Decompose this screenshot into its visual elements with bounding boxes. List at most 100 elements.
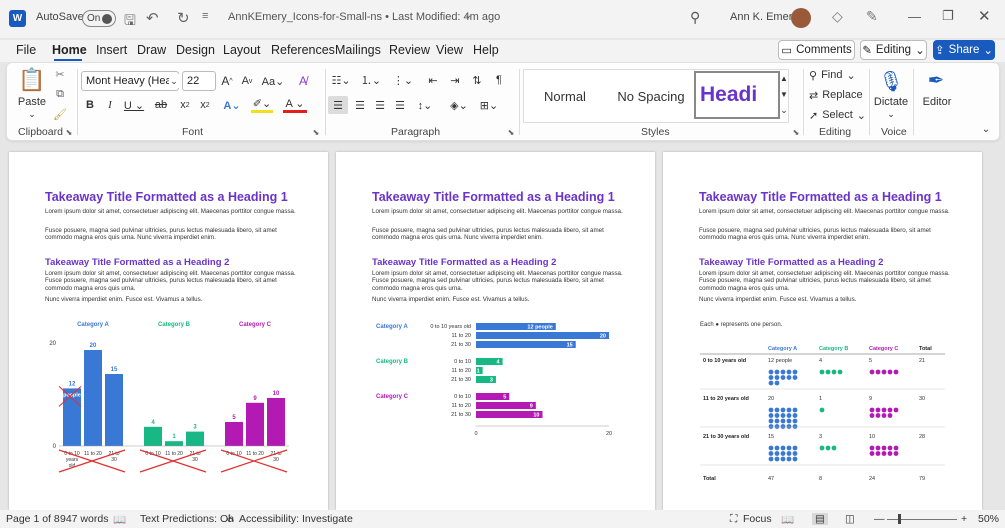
editor-button[interactable]: Editor bbox=[919, 95, 955, 109]
styles-scroll-up-icon[interactable]: ▲ bbox=[779, 71, 789, 85]
comments-button[interactable]: ▭ Comments bbox=[778, 40, 855, 60]
heading-1[interactable]: Takeaway Title Formatted as a Heading 1 bbox=[699, 190, 942, 204]
print-layout-icon[interactable]: ▤ bbox=[812, 513, 828, 525]
shading-icon[interactable]: ◈⌄ bbox=[447, 96, 471, 114]
dictate-button[interactable]: Dictate bbox=[873, 95, 909, 109]
heading-2[interactable]: Takeaway Title Formatted as a Heading 2 bbox=[372, 257, 556, 268]
page-count[interactable]: Page 1 of 8 bbox=[6, 513, 60, 525]
numbering-icon[interactable]: ⒈⌄ bbox=[359, 72, 383, 88]
multilevel-list-icon[interactable]: ⋮⌄ bbox=[391, 72, 415, 88]
copy-icon[interactable]: ⧉ bbox=[53, 87, 67, 101]
autosave-toggle[interactable]: On bbox=[82, 10, 116, 27]
pen-icon[interactable]: ✎ bbox=[866, 8, 878, 25]
minimize-icon[interactable]: — bbox=[908, 9, 921, 24]
show-formatting-icon[interactable]: ¶ bbox=[491, 72, 507, 88]
user-name[interactable]: Ann K. Emery bbox=[730, 11, 798, 23]
close-icon[interactable]: ✕ bbox=[978, 7, 991, 25]
bold-icon[interactable]: B bbox=[83, 97, 97, 113]
microphone-icon[interactable]: 🎙 bbox=[878, 67, 903, 95]
justify-icon[interactable]: ☰ bbox=[391, 96, 409, 114]
shrink-font-icon[interactable]: Av bbox=[239, 72, 255, 90]
align-center-icon[interactable]: ☰ bbox=[351, 96, 369, 114]
font-size-select[interactable]: 22 bbox=[182, 71, 216, 91]
italic-icon[interactable]: I bbox=[103, 97, 117, 113]
accessibility-status[interactable]: Accessibility: Investigate bbox=[239, 513, 353, 525]
tab-draw[interactable]: Draw bbox=[137, 43, 166, 57]
align-left-icon[interactable]: ☰ bbox=[328, 96, 348, 114]
collapse-ribbon-icon[interactable]: ⌄ bbox=[979, 123, 993, 135]
proofing-icon[interactable]: 📖 bbox=[113, 513, 126, 526]
chevron-down-icon[interactable]: ⌄ bbox=[464, 10, 472, 21]
line-spacing-icon[interactable]: ↕⌄ bbox=[413, 96, 437, 114]
dialog-launcher-icon[interactable]: ⬊ bbox=[311, 127, 321, 137]
font-color-icon[interactable]: A ⌄ bbox=[283, 97, 307, 113]
chevron-down-icon[interactable]: ⌄ bbox=[25, 109, 39, 119]
paragraph[interactable]: Lorem ipsum dolor sit amet, consectetuer… bbox=[699, 270, 955, 292]
read-mode-icon[interactable]: 📖 bbox=[781, 513, 794, 526]
paragraph[interactable]: Lorem ipsum dolor sit amet, consectetuer… bbox=[372, 208, 628, 215]
paragraph[interactable]: Fusce posuere, magna sed pulvinar ultric… bbox=[372, 227, 628, 242]
zoom-in-icon[interactable]: + bbox=[961, 513, 967, 525]
heading-2[interactable]: Takeaway Title Formatted as a Heading 2 bbox=[699, 257, 883, 268]
undo-icon[interactable]: ↶ bbox=[146, 9, 159, 27]
word-count[interactable]: 947 words bbox=[60, 513, 108, 525]
avatar[interactable] bbox=[791, 8, 811, 28]
tab-help[interactable]: Help bbox=[473, 43, 499, 57]
paragraph[interactable]: Nunc viverra imperdiet enim. Fusce est. … bbox=[45, 296, 301, 303]
clear-formatting-icon[interactable]: A̸ bbox=[295, 72, 311, 90]
cut-icon[interactable]: ✂ bbox=[53, 67, 67, 81]
strikethrough-icon[interactable]: ab bbox=[153, 97, 169, 113]
sort-icon[interactable]: ⇅ bbox=[469, 72, 485, 88]
paragraph[interactable]: Nunc viverra imperdiet enim. Fusce est. … bbox=[699, 296, 955, 303]
heading-2[interactable]: Takeaway Title Formatted as a Heading 2 bbox=[45, 257, 229, 268]
superscript-icon[interactable]: x2 bbox=[197, 97, 213, 113]
tab-file[interactable]: File bbox=[16, 43, 36, 57]
styles-more-icon[interactable]: ⌄ bbox=[779, 103, 789, 117]
dialog-launcher-icon[interactable]: ⬊ bbox=[64, 127, 74, 137]
tab-references[interactable]: References bbox=[271, 43, 335, 57]
heading-1[interactable]: Takeaway Title Formatted as a Heading 1 bbox=[45, 190, 288, 204]
tab-layout[interactable]: Layout bbox=[223, 43, 261, 57]
text-effects-icon[interactable]: A⌄ bbox=[221, 97, 243, 113]
paste-icon[interactable]: 📋 bbox=[18, 67, 45, 93]
borders-icon[interactable]: ⊞⌄ bbox=[477, 96, 501, 114]
highlight-icon[interactable]: ✐⌄ bbox=[251, 97, 273, 113]
paste-button[interactable]: Paste bbox=[17, 95, 47, 109]
customize-qat-icon[interactable]: ≡ bbox=[202, 10, 208, 22]
paragraph[interactable]: Lorem ipsum dolor sit amet, consectetuer… bbox=[699, 208, 955, 215]
restore-icon[interactable]: ❐ bbox=[942, 8, 954, 24]
accessibility-icon[interactable]: ♿ bbox=[226, 513, 235, 525]
diamond-icon[interactable]: ◇ bbox=[832, 8, 843, 25]
subscript-icon[interactable]: x2 bbox=[177, 97, 193, 113]
editing-mode-button[interactable]: ✎ Editing ⌄ bbox=[860, 40, 927, 60]
search-icon[interactable]: ⚲ bbox=[690, 9, 700, 26]
decrease-indent-icon[interactable]: ⇤ bbox=[425, 72, 441, 88]
tab-view[interactable]: View bbox=[436, 43, 463, 57]
document-title[interactable]: AnnKEmery_Icons-for-Small-ns • Last Modi… bbox=[228, 11, 500, 23]
focus-icon[interactable]: ⛶ bbox=[730, 513, 737, 526]
paragraph[interactable]: Fusce posuere, magna sed pulvinar ultric… bbox=[699, 227, 955, 242]
find-button[interactable]: ⚲ Find ⌄ bbox=[809, 67, 861, 83]
increase-indent-icon[interactable]: ⇥ bbox=[447, 72, 463, 88]
zoom-slider-thumb[interactable] bbox=[898, 514, 901, 524]
paragraph[interactable]: Lorem ipsum dolor sit amet, consectetuer… bbox=[372, 270, 628, 292]
zoom-out-icon[interactable]: — bbox=[874, 513, 885, 525]
chevron-down-icon[interactable]: ⌄ bbox=[169, 74, 179, 88]
save-icon[interactable]: 🖫 bbox=[124, 10, 136, 34]
change-case-icon[interactable]: Aa⌄ bbox=[261, 72, 285, 90]
style-normal[interactable]: Normal bbox=[525, 75, 605, 117]
font-family-select[interactable]: Mont Heavy (Headin bbox=[81, 71, 179, 91]
replace-button[interactable]: ⇄ Replace bbox=[809, 87, 865, 103]
paragraph[interactable]: Lorem ipsum dolor sit amet, consectetuer… bbox=[45, 208, 301, 215]
styles-scroll-down-icon[interactable]: ▼ bbox=[779, 87, 789, 101]
style-heading-1[interactable]: Headi bbox=[694, 71, 780, 119]
zoom-level[interactable]: 50% bbox=[978, 513, 999, 525]
paragraph[interactable]: Lorem ipsum dolor sit amet, consectetuer… bbox=[45, 270, 301, 292]
tab-review[interactable]: Review bbox=[389, 43, 430, 57]
editor-pen-icon[interactable]: ✒ bbox=[923, 67, 949, 93]
redo-icon[interactable]: ↻ bbox=[177, 9, 190, 27]
dialog-launcher-icon[interactable]: ⬊ bbox=[506, 127, 516, 137]
bullets-icon[interactable]: ☷⌄ bbox=[329, 72, 353, 88]
tab-mailings[interactable]: Mailings bbox=[335, 43, 381, 57]
tab-design[interactable]: Design bbox=[176, 43, 215, 57]
